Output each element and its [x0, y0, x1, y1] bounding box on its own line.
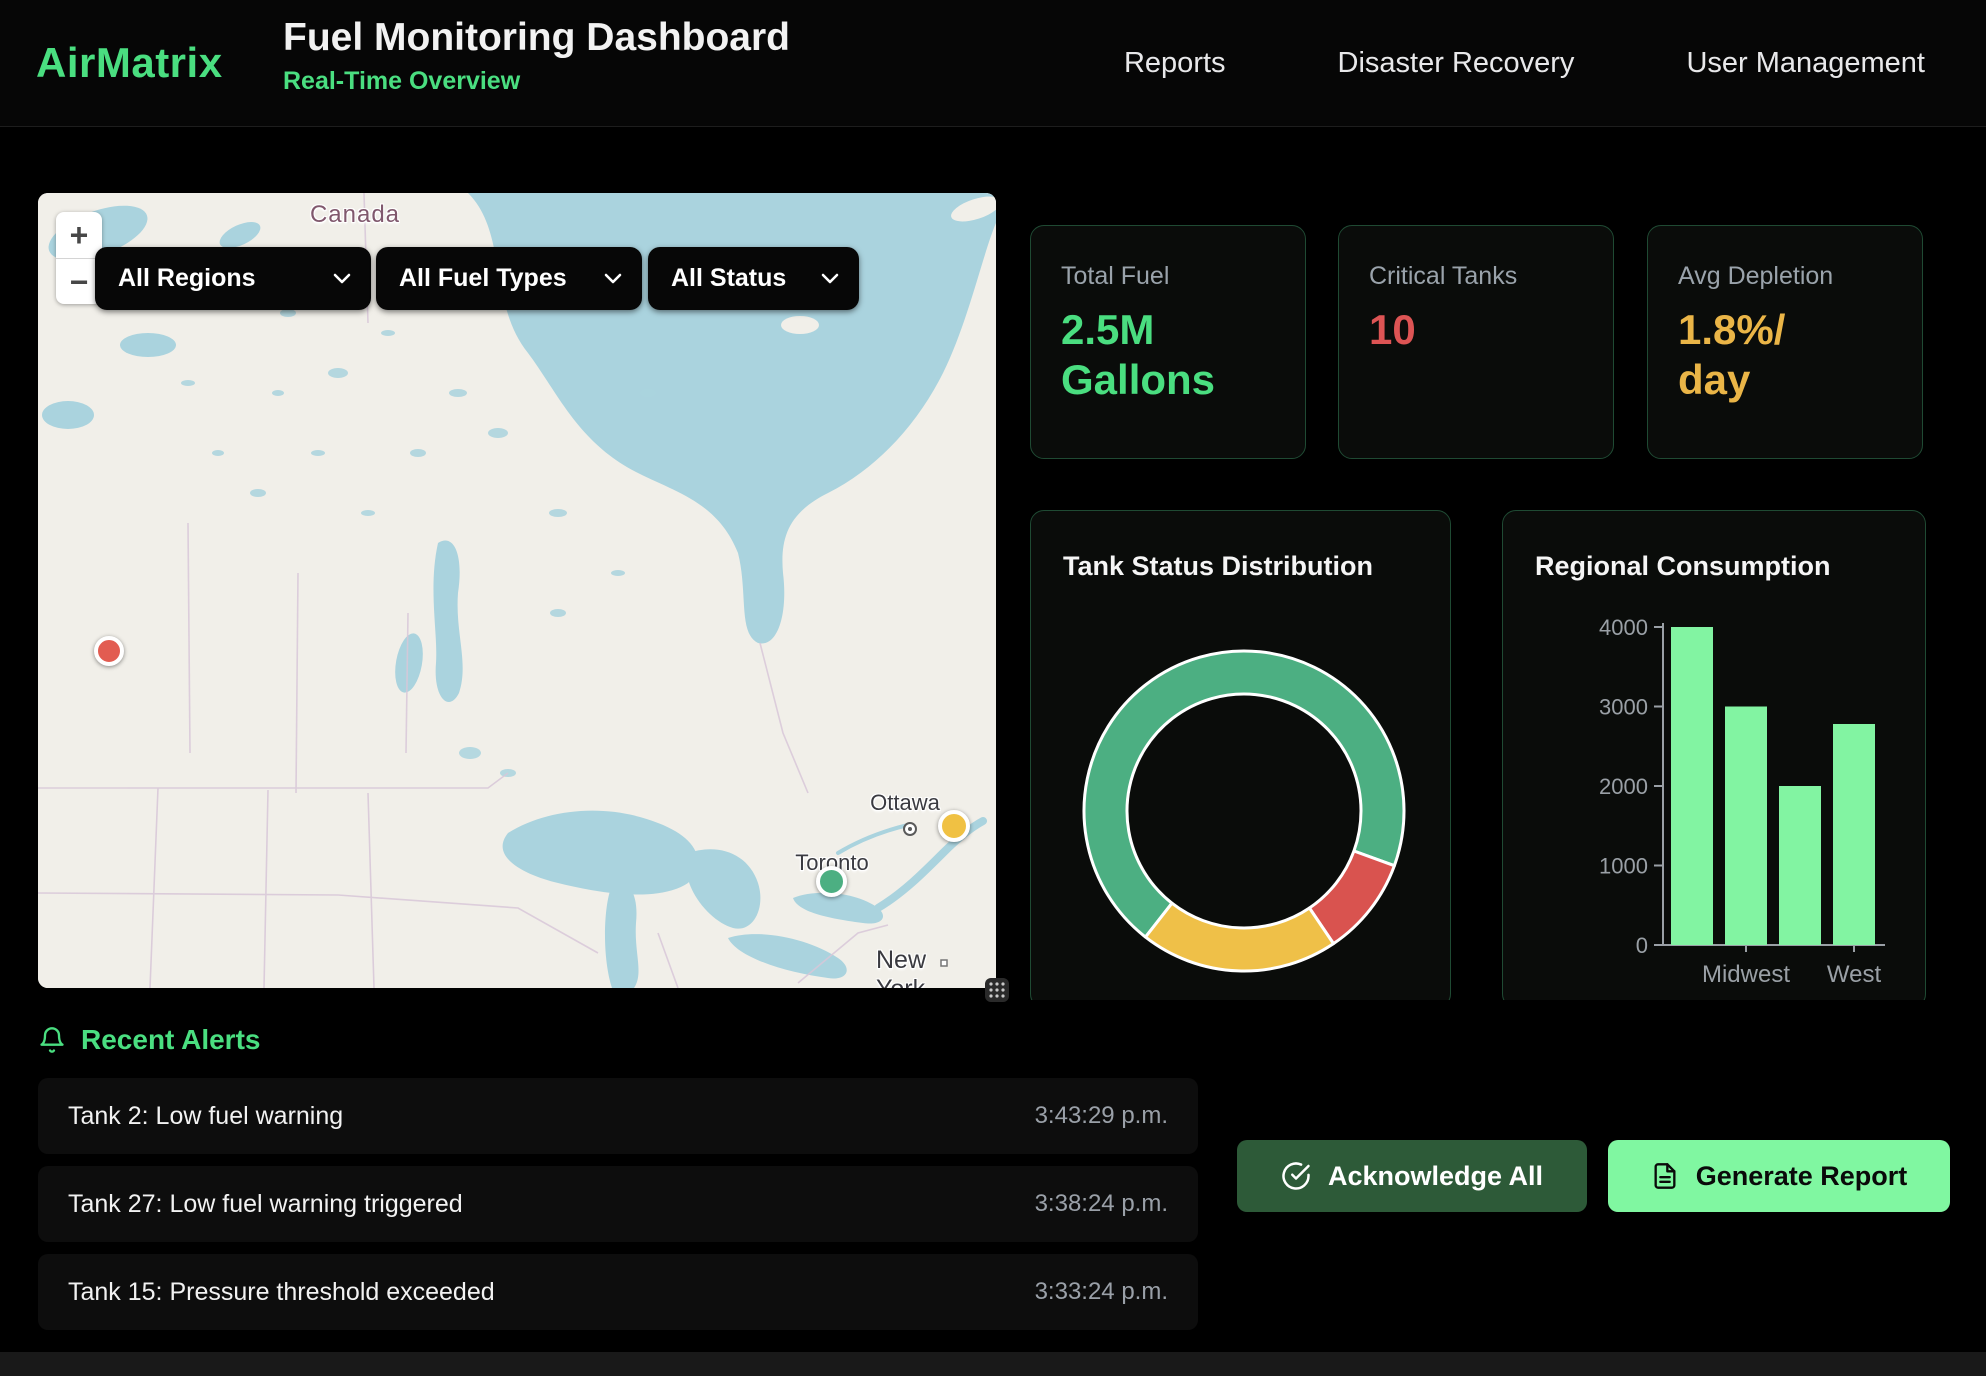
drag-handle-icon[interactable] — [985, 978, 1009, 1002]
app-header: AirMatrix Fuel Monitoring Dashboard Real… — [0, 0, 1986, 127]
svg-text:0: 0 — [1636, 933, 1648, 958]
bar-midwest — [1725, 707, 1767, 946]
critical-tanks-card: Critical Tanks 10 — [1338, 225, 1614, 459]
minus-icon: − — [70, 264, 89, 301]
nav-item-reports[interactable]: Reports — [1124, 47, 1226, 80]
regional-consumption-card: Regional Consumption 01000200030004000Mi… — [1502, 510, 1926, 1008]
region-filter-dropdown[interactable]: All Regions — [95, 247, 371, 310]
avg-depletion-label: Avg Depletion — [1678, 262, 1892, 291]
recent-alerts-header: Recent Alerts — [38, 1024, 260, 1056]
fuel-type-filter-value: All Fuel Types — [399, 264, 567, 293]
bottom-strip — [0, 1352, 1986, 1376]
svg-text:1000: 1000 — [1599, 854, 1648, 879]
total-fuel-value: 2.5MGallons — [1061, 305, 1275, 406]
zoom-in-button[interactable]: + — [56, 212, 102, 259]
region-filter-value: All Regions — [118, 264, 256, 293]
svg-text:West: West — [1827, 961, 1882, 988]
svg-text:Midwest: Midwest — [1702, 961, 1790, 988]
fuel-type-filter-dropdown[interactable]: All Fuel Types — [376, 247, 642, 310]
avg-depletion-value: 1.8%/day — [1678, 305, 1892, 406]
chevron-down-icon — [604, 273, 622, 284]
brand-logo: AirMatrix — [36, 39, 223, 87]
page-title-block: Fuel Monitoring Dashboard Real-Time Over… — [283, 16, 790, 96]
total-fuel-card: Total Fuel 2.5MGallons — [1030, 225, 1306, 459]
svg-text:2000: 2000 — [1599, 774, 1648, 799]
map-country-label: Canada — [310, 201, 400, 229]
alert-list-item: Tank 27: Low fuel warning triggered 3:38… — [38, 1166, 1198, 1242]
bar-northeast — [1671, 627, 1713, 945]
bar-south — [1779, 786, 1821, 945]
alert-message: Tank 15: Pressure threshold exceeded — [68, 1278, 495, 1307]
avg-depletion-card: Avg Depletion 1.8%/day — [1647, 225, 1923, 459]
critical-tanks-label: Critical Tanks — [1369, 262, 1583, 291]
bar-west — [1833, 724, 1875, 945]
alert-timestamp: 3:33:24 p.m. — [1035, 1278, 1168, 1306]
regional-consumption-bar-chart: 0 1000 2000 3000 4000 Midwest West — [1503, 511, 1927, 1009]
recent-alerts-section: Recent Alerts Tank 2: Low fuel warning 3… — [0, 1000, 1986, 1352]
plus-icon: + — [70, 217, 89, 254]
svg-text:4000: 4000 — [1599, 615, 1648, 640]
alert-message: Tank 27: Low fuel warning triggered — [68, 1190, 463, 1219]
page-title: Fuel Monitoring Dashboard — [283, 16, 790, 60]
file-text-icon — [1651, 1162, 1679, 1190]
svg-text:3000: 3000 — [1599, 695, 1648, 720]
critical-tanks-value: 10 — [1369, 305, 1583, 355]
generate-report-button[interactable]: Generate Report — [1608, 1140, 1950, 1212]
main-nav: Reports Disaster Recovery User Managemen… — [1124, 0, 1925, 126]
total-fuel-label: Total Fuel — [1061, 262, 1275, 291]
alert-timestamp: 3:43:29 p.m. — [1035, 1102, 1168, 1130]
critical-tank-marker[interactable] — [94, 636, 124, 666]
tank-map[interactable]: Canada Ottawa Toronto New York + − All R… — [38, 193, 996, 988]
alert-message: Tank 2: Low fuel warning — [68, 1102, 343, 1131]
donut-segment-warning — [1145, 903, 1333, 971]
acknowledge-all-button[interactable]: Acknowledge All — [1237, 1140, 1587, 1212]
nav-item-user-management[interactable]: User Management — [1686, 47, 1925, 80]
map-city-label-ottawa: Ottawa — [870, 790, 940, 816]
status-filter-dropdown[interactable]: All Status — [648, 247, 859, 310]
nav-item-disaster-recovery[interactable]: Disaster Recovery — [1338, 47, 1575, 80]
page-subtitle: Real-Time Overview — [283, 67, 790, 96]
status-filter-value: All Status — [671, 264, 786, 293]
chevron-down-icon — [333, 273, 351, 284]
alert-list-item: Tank 15: Pressure threshold exceeded 3:3… — [38, 1254, 1198, 1330]
map-city-label-new-york: New York — [876, 946, 956, 988]
tank-status-donut-chart — [1031, 511, 1452, 1009]
tank-status-distribution-card: Tank Status Distribution — [1030, 510, 1451, 1008]
check-circle-icon — [1281, 1161, 1311, 1191]
bell-icon — [38, 1026, 66, 1054]
alert-list-item: Tank 2: Low fuel warning 3:43:29 p.m. — [38, 1078, 1198, 1154]
chevron-down-icon — [821, 273, 839, 284]
recent-alerts-title: Recent Alerts — [81, 1024, 260, 1056]
warning-tank-marker[interactable] — [938, 810, 970, 842]
alert-timestamp: 3:38:24 p.m. — [1035, 1190, 1168, 1218]
normal-tank-marker[interactable] — [816, 866, 847, 897]
